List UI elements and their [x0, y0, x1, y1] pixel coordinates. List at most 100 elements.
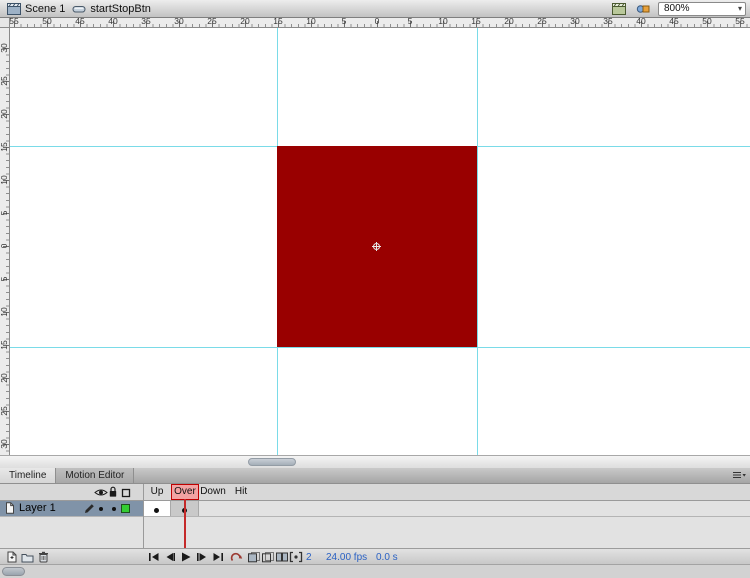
timeline-empty-area — [0, 517, 750, 548]
layer-page-icon — [5, 502, 15, 517]
edit-bar-right: 800% ▾ — [610, 1, 746, 16]
new-layer-button[interactable] — [4, 551, 19, 563]
go-to-last-frame-button[interactable] — [210, 551, 225, 563]
onion-skin-outlines-button[interactable] — [260, 551, 275, 563]
scene-icon — [7, 3, 21, 15]
layer-color-swatch[interactable] — [121, 504, 130, 513]
panel-menu-button[interactable] — [732, 471, 746, 483]
ruler-number: 5 — [408, 18, 413, 25]
ruler-number: 15 — [0, 340, 9, 350]
current-frame-value[interactable]: 2 — [306, 552, 312, 563]
tab-motion-editor[interactable]: Motion Editor — [56, 468, 134, 483]
frame-label-over[interactable]: Over — [171, 484, 199, 500]
timeline-tab-bar: TimelineMotion Editor — [0, 468, 750, 484]
timeline-panel: TimelineMotion Editor UpOverDownHit Laye… — [0, 468, 750, 578]
button-symbol-icon — [72, 3, 86, 15]
playhead[interactable] — [184, 499, 186, 548]
onion-skin-button[interactable] — [246, 551, 261, 563]
ruler-number: 5 — [342, 18, 347, 25]
ruler-number: 15 — [273, 18, 282, 25]
chevron-down-icon: ▾ — [738, 4, 742, 14]
guide-horizontal-bottom[interactable] — [10, 347, 750, 348]
zoom-value: 800% — [664, 3, 690, 14]
frame-rate-value[interactable]: 24.00 fps — [326, 552, 367, 563]
ruler-number: 5 — [0, 274, 9, 284]
edit-multiple-frames-button[interactable] — [274, 551, 289, 563]
ruler-number: 45 — [75, 18, 84, 25]
ruler-number: 10 — [438, 18, 447, 25]
ruler-number: 50 — [42, 18, 51, 25]
ruler-number: 20 — [0, 109, 9, 119]
stage-canvas[interactable] — [10, 28, 750, 455]
layer-name[interactable]: Layer 1 — [19, 502, 56, 515]
frame-label-up[interactable]: Up — [143, 484, 171, 500]
ruler-horizontal: 5550454035302520151050510152025303540455… — [10, 18, 750, 28]
new-folder-button[interactable] — [20, 551, 35, 563]
scene-label: Scene 1 — [25, 3, 65, 15]
frame-cell-up[interactable] — [143, 501, 171, 516]
ruler-number: 0 — [375, 18, 380, 25]
guide-vertical-right[interactable] — [477, 28, 478, 455]
registration-point-icon — [372, 242, 381, 251]
ruler-number: 10 — [0, 307, 9, 317]
symbol-breadcrumb[interactable]: startStopBtn — [72, 3, 151, 15]
step-back-button[interactable] — [162, 551, 177, 563]
ruler-number: 45 — [669, 18, 678, 25]
layer-row[interactable]: Layer 1 — [0, 501, 750, 517]
ruler-number: 30 — [570, 18, 579, 25]
symbol-label: startStopBtn — [90, 3, 151, 15]
ruler-number: 55 — [10, 18, 19, 25]
frame-label-down[interactable]: Down — [199, 484, 227, 500]
scrollbar-thumb[interactable] — [248, 458, 296, 466]
layer-name-area[interactable]: Layer 1 — [0, 501, 143, 516]
keyframe-dot — [154, 508, 159, 513]
step-forward-button[interactable] — [194, 551, 209, 563]
eye-icon[interactable] — [94, 488, 108, 500]
ruler-number: 25 — [207, 18, 216, 25]
timeline-controls: 2 24.00 fps 0.0 s — [0, 548, 750, 564]
outline-icon[interactable] — [121, 488, 131, 501]
ruler-number: 15 — [0, 142, 9, 152]
layer-visibility-dot[interactable] — [99, 507, 103, 511]
tab-timeline[interactable]: Timeline — [0, 468, 56, 483]
modify-markers-button[interactable] — [288, 551, 303, 563]
ruler-number: 20 — [0, 373, 9, 383]
stage-h-scrollbar[interactable] — [0, 455, 750, 468]
ruler-number: 10 — [0, 175, 9, 185]
ruler-number: 10 — [306, 18, 315, 25]
delete-layer-button[interactable] — [36, 551, 51, 563]
timeline-header: UpOverDownHit — [0, 484, 750, 501]
timeline-scrollbar[interactable] — [0, 564, 750, 578]
scene-breadcrumb[interactable]: Scene 1 — [7, 3, 65, 15]
frame-label-hit[interactable]: Hit — [227, 484, 255, 500]
flash-window: Scene 1 startStopBtn 800% ▾ 555045403530… — [0, 0, 750, 578]
edit-symbol-button[interactable] — [634, 1, 652, 16]
ruler-number: 20 — [240, 18, 249, 25]
ruler-number: 5 — [0, 208, 9, 218]
ruler-number: 40 — [636, 18, 645, 25]
go-to-first-frame-button[interactable] — [146, 551, 161, 563]
pencil-icon — [83, 503, 95, 518]
ruler-number: 15 — [471, 18, 480, 25]
ruler-number: 35 — [603, 18, 612, 25]
loop-playback-button[interactable] — [228, 551, 243, 563]
ruler-number: 25 — [0, 76, 9, 86]
zoom-select[interactable]: 800% ▾ — [658, 2, 746, 16]
play-button[interactable] — [178, 551, 193, 563]
ruler-vertical: 30252015105051015202530 — [0, 28, 10, 455]
layer-lock-dot[interactable] — [112, 507, 116, 511]
edit-scene-button[interactable] — [610, 1, 628, 16]
ruler-number: 0 — [0, 241, 9, 251]
edit-bar: Scene 1 startStopBtn 800% ▾ — [0, 0, 750, 18]
ruler-number: 20 — [504, 18, 513, 25]
ruler-corner — [0, 18, 10, 28]
ruler-number: 50 — [702, 18, 711, 25]
lock-icon[interactable] — [108, 486, 118, 501]
ruler-number: 30 — [0, 439, 9, 449]
elapsed-time-value: 0.0 s — [376, 552, 398, 563]
timeline-scrollbar-thumb[interactable] — [2, 567, 25, 576]
ruler-number: 25 — [0, 406, 9, 416]
ruler-number: 40 — [108, 18, 117, 25]
ruler-number: 35 — [141, 18, 150, 25]
ruler-number: 30 — [174, 18, 183, 25]
